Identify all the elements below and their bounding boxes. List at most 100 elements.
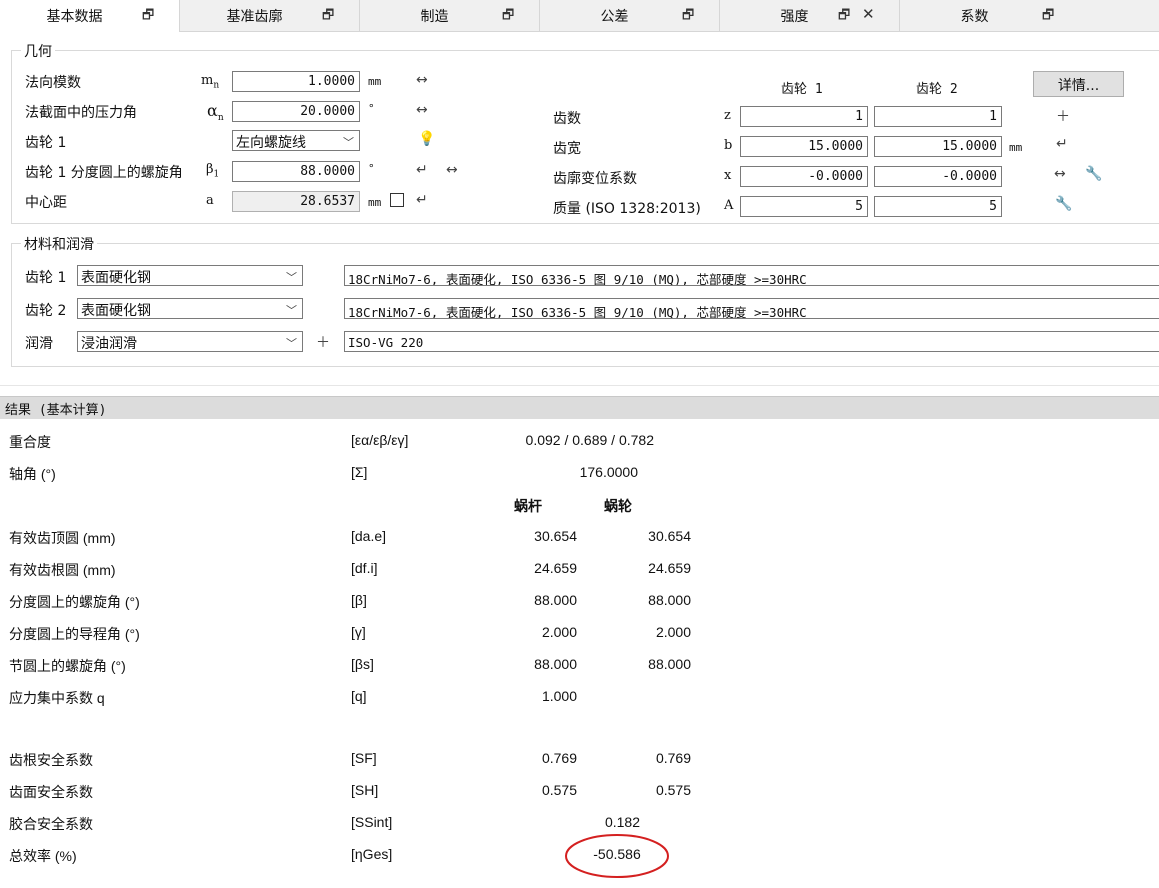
shaft-angle-symbol: [Σ] [351,464,368,480]
helix-angle-label: 齿轮 1 分度圆上的螺旋角 [25,165,183,181]
result-row-wheel-value: 24.659 [648,560,691,576]
wrench-icon[interactable]: 🔧 [1085,166,1102,182]
return-arrow-icon[interactable]: ↵ [416,162,428,178]
gear1-material-description[interactable]: 18CrNiMo7-6, 表面硬化, ISO 6336-5 图 9/10 (MQ… [344,265,1159,286]
plus-icon[interactable]: ＋ [316,332,330,352]
result-row-symbol: [q] [351,688,367,704]
face-width-label: 齿宽 [553,141,581,157]
result-row-label: 有效齿根圆 (mm) [9,562,116,578]
result-row-label: 节圆上的螺旋角 (°) [9,658,126,674]
shaft-angle-label: 轴角 (°) [9,466,56,482]
gear2-material-select[interactable]: 表面硬化钢 ﹀ [77,298,303,319]
quality-label: 质量 (ISO 1328:2013) [553,201,701,217]
gear1-material-select[interactable]: 表面硬化钢 ﹀ [77,265,303,286]
profile-shift-symbol: x [724,168,732,183]
convert-arrows-icon[interactable]: ↔ [1054,166,1066,182]
result-row-worm-value: 0.769 [541,750,577,766]
result-row-symbol: [βs] [351,656,374,672]
pressure-angle-input[interactable]: 20.0000 [232,101,360,122]
result-row-symbol: [γ] [351,624,366,640]
lubricant-description[interactable]: ISO-VG 220 [344,331,1159,352]
convert-arrows-icon[interactable]: ↔ [416,102,428,118]
shaft-angle-value: 176.0000 [579,464,638,480]
chevron-down-icon: ﹀ [286,337,297,350]
gear2-teeth-input[interactable]: 1 [874,106,1002,127]
helix-direction-value: 左向螺旋线 [236,135,306,151]
gear1-hand-label: 齿轮 1 [25,135,67,151]
worm-column-header: 蜗杆 [514,498,542,514]
result-row-worm-value: 2.000 [541,624,577,640]
wheel-column-header: 蜗轮 [604,498,632,514]
center-distance-checkbox[interactable] [390,193,404,207]
result-row-label: 分度圆上的螺旋角 (°) [9,594,140,610]
restore-window-icon[interactable]: 🗗 [1042,6,1054,28]
quality-symbol: A [724,198,734,213]
gear1-material-value: 表面硬化钢 [81,270,151,286]
helix-direction-select[interactable]: 左向螺旋线 ﹀ [232,130,360,151]
gear1-teeth-input[interactable]: 1 [740,106,868,127]
gear2-material-value: 表面硬化钢 [81,303,151,319]
result-row-wheel-value: 88.000 [648,656,691,672]
chevron-down-icon: ﹀ [286,271,297,284]
result-row-worm-value: 88.000 [534,656,577,672]
scuffing-safety-label: 胶合安全系数 [9,816,93,832]
result-row-symbol: [β] [351,592,367,608]
result-row-worm-value: 30.654 [534,528,577,544]
lubrication-label: 润滑 [25,336,53,352]
gear2-profile-shift-input[interactable]: -0.0000 [874,166,1002,187]
normal-module-symbol: mn [201,73,220,91]
chevron-down-icon: ﹀ [286,304,297,317]
result-row-label: 齿根安全系数 [9,752,93,768]
results-title: 结果 (基本计算) [5,403,107,418]
contact-ratio-label: 重合度 [9,434,51,450]
tab-factors[interactable]: 系数 🗗 [900,0,1159,31]
result-row-wheel-value: 0.769 [655,750,691,766]
gear1-quality-input[interactable]: 5 [740,196,868,217]
normal-module-unit: mm [368,75,382,88]
convert-arrows-icon[interactable]: ↔ [416,72,428,88]
chevron-down-icon: ﹀ [343,136,354,149]
return-arrow-icon[interactable]: ↵ [1056,136,1068,152]
gear2-quality-input[interactable]: 5 [874,196,1002,217]
result-row-symbol: [df.i] [351,560,378,576]
scuffing-safety-value: 0.182 [604,814,640,830]
lubrication-value: 浸油润滑 [81,336,137,352]
result-row-wheel-value: 2.000 [655,624,691,640]
pressure-angle-unit: ° [368,102,375,115]
center-distance-input[interactable]: 28.6537 [232,191,360,212]
contact-ratio-value: 0.092 / 0.689 / 0.782 [525,432,654,448]
result-row-label: 齿面安全系数 [9,784,93,800]
gear2-material-description[interactable]: 18CrNiMo7-6, 表面硬化, ISO 6336-5 图 9/10 (MQ… [344,298,1159,319]
result-row-wheel-value: 30.654 [648,528,691,544]
gear2-material-label: 齿轮 2 [25,303,67,319]
lightbulb-icon[interactable]: 💡 [418,131,435,147]
normal-module-input[interactable]: 1.0000 [232,71,360,92]
convert-arrows-icon[interactable]: ↔ [446,162,458,178]
lubrication-select[interactable]: 浸油润滑 ﹀ [77,331,303,352]
gear2-face-width-input[interactable]: 15.0000 [874,136,1002,157]
return-arrow-icon[interactable]: ↵ [416,192,428,208]
result-row-label: 应力集中系数 q [9,690,105,706]
result-row-symbol: [SH] [351,782,379,798]
result-row-label: 分度圆上的导程角 (°) [9,626,140,642]
normal-module-label: 法向模数 [25,75,81,91]
profile-shift-label: 齿廓变位系数 [553,171,637,187]
gear1-column-header: 齿轮 1 [781,82,823,97]
highlight-ellipse [565,834,669,878]
total-efficiency-label: 总效率 (%) [9,848,77,864]
gear1-face-width-input[interactable]: 15.0000 [740,136,868,157]
divider [0,385,1159,386]
result-row-wheel-value: 88.000 [648,592,691,608]
pressure-angle-symbol: αn [207,101,224,124]
helix-angle-input[interactable]: 88.0000 [232,161,360,182]
helix-angle-symbol: β1 [206,162,220,180]
wrench-icon[interactable]: 🔧 [1055,196,1072,212]
scuffing-safety-symbol: [SSint] [351,814,393,830]
details-button[interactable]: 详情... [1033,71,1124,97]
center-distance-label: 中心距 [25,195,67,211]
tab-label: 系数 [960,9,989,25]
gear1-profile-shift-input[interactable]: -0.0000 [740,166,868,187]
result-row-wheel-value: 0.575 [655,782,691,798]
center-distance-symbol: a [206,193,214,208]
plus-icon[interactable]: ＋ [1056,106,1070,126]
